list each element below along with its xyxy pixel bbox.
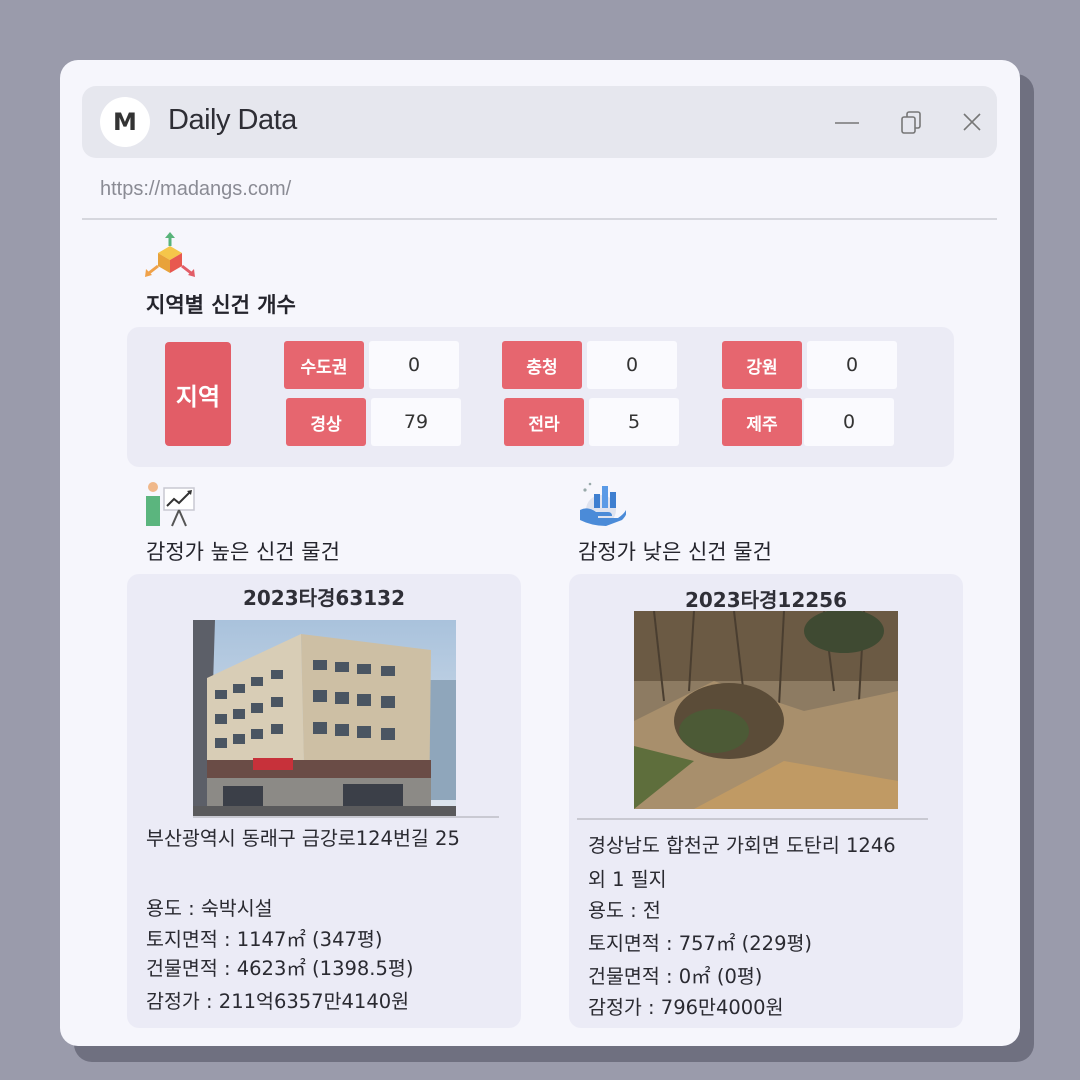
region-count-panel: 지역 수도권 0 충청 0 강원 0 경상 79 전라 5 제주 0	[127, 327, 954, 467]
high-land-area: 토지면적 : 1147㎡ (347평)	[146, 928, 383, 951]
low-appraisal-card[interactable]: 2023타경12256 경상남도 합천군 가회면 도탄리 1246 외 1 필지…	[569, 574, 963, 1028]
low-appraisal-price: 감정가 : 796만4000원	[588, 996, 784, 1019]
url-text[interactable]: https://madangs.com/	[100, 178, 291, 201]
building-photo-image	[193, 620, 456, 816]
region-main-label: 지역	[165, 342, 231, 446]
avatar[interactable]: M	[100, 97, 150, 147]
close-icon	[963, 113, 981, 131]
region-label-jeolla: 전라	[504, 398, 584, 446]
high-usage: 용도 : 숙박시설	[146, 897, 273, 920]
region-label-chungcheong: 충청	[502, 341, 582, 389]
app-title: Daily Data	[168, 104, 297, 136]
hand-bar-chart-icon	[580, 482, 626, 526]
region-count-gangwon: 0	[807, 341, 897, 389]
title-bar: M Daily Data	[82, 86, 997, 158]
low-address-line2: 외 1 필지	[588, 868, 667, 891]
land-photo-image	[634, 611, 898, 809]
low-address-line1: 경상남도 합천군 가회면 도탄리 1246	[588, 834, 896, 857]
low-building-area: 건물면적 : 0㎡ (0평)	[588, 965, 763, 988]
minimize-button[interactable]	[829, 104, 865, 140]
presentation-chart-icon	[146, 482, 195, 527]
high-address: 부산광역시 동래구 금강로124번길 25	[146, 827, 460, 850]
region-label-gyeongsang: 경상	[286, 398, 366, 446]
high-photo-divider	[193, 816, 499, 818]
region-section-title: 지역별 신건 개수	[146, 293, 296, 317]
minimize-icon	[835, 122, 859, 124]
low-land-area: 토지면적 : 757㎡ (229평)	[588, 932, 813, 955]
region-label-sudogwon: 수도권	[284, 341, 364, 389]
restore-button[interactable]	[893, 104, 929, 140]
region-label-gangwon: 강원	[722, 341, 802, 389]
low-section-title: 감정가 낮은 신건 물건	[578, 540, 772, 564]
high-appraisal-card[interactable]: 2023타경63132 부산광역시 동래구 금강로124번길 25 용도: 숙…	[127, 574, 521, 1028]
close-button[interactable]	[954, 104, 990, 140]
cube-arrows-icon	[145, 232, 195, 277]
region-count-jeju: 0	[804, 398, 894, 446]
region-count-gyeongsang: 79	[371, 398, 461, 446]
region-count-jeolla: 5	[589, 398, 679, 446]
low-photo-divider	[577, 818, 928, 820]
region-count-sudogwon: 0	[369, 341, 459, 389]
high-appraisal-price: 감정가 : 211억6357만4140원	[146, 990, 410, 1013]
url-divider	[82, 218, 997, 220]
app-window: M Daily Data https://madangs.com/ 지역별 신건…	[60, 60, 1020, 1046]
high-case-number[interactable]: 2023타경63132	[127, 582, 521, 611]
low-case-number[interactable]: 2023타경12256	[569, 584, 963, 613]
high-section-title: 감정가 높은 신건 물건	[146, 540, 340, 564]
region-count-chungcheong: 0	[587, 341, 677, 389]
region-label-jeju: 제주	[722, 398, 802, 446]
low-usage: 용도 : 전	[588, 899, 661, 922]
high-property-photo	[193, 620, 456, 816]
low-property-photo	[634, 611, 898, 809]
high-building-area: 건물면적 : 4623㎡ (1398.5평)	[146, 957, 414, 980]
copy-window-icon	[901, 111, 921, 134]
